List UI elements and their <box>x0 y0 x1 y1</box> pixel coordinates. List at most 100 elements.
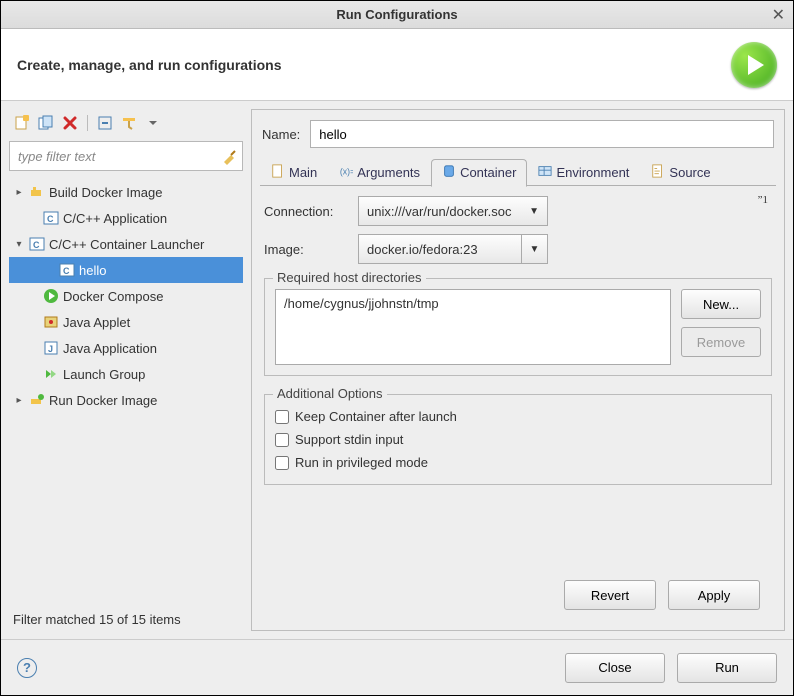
java-app-icon: J <box>43 340 59 356</box>
header-description: Create, manage, and run configurations <box>17 57 282 73</box>
option-stdin[interactable]: Support stdin input <box>275 428 761 451</box>
clear-filter-icon[interactable] <box>221 147 237 165</box>
tree-row[interactable]: C C/C++ Application <box>9 205 243 231</box>
name-input[interactable] <box>310 120 774 148</box>
docker-build-icon <box>29 184 45 200</box>
close-icon[interactable]: ✕ <box>772 5 785 25</box>
docker-run-icon <box>29 392 45 408</box>
connection-label: Connection: <box>264 204 348 219</box>
c-app-icon: C <box>59 262 75 278</box>
new-config-icon[interactable] <box>13 114 31 132</box>
delete-config-icon[interactable] <box>61 114 79 132</box>
tree-caret-icon[interactable]: ▸ <box>13 395 25 406</box>
tree-row[interactable]: Launch Group <box>9 361 243 387</box>
tree-item-label: C/C++ Application <box>63 211 167 226</box>
dir-list-item[interactable]: /home/cygnus/jjohnstn/tmp <box>284 296 662 311</box>
close-button[interactable]: Close <box>565 653 665 683</box>
arguments-tab-icon: (x)= <box>339 164 353 181</box>
tab-label: Main <box>289 165 317 180</box>
tree-row[interactable]: ▸ Run Docker Image <box>9 387 243 413</box>
collapse-all-icon[interactable] <box>96 114 114 132</box>
image-value: docker.io/fedora:23 <box>359 242 521 257</box>
tree-item-label: Build Docker Image <box>49 185 162 200</box>
tab-main[interactable]: Main <box>260 159 328 186</box>
java-applet-icon <box>43 314 59 330</box>
required-dirs-legend: Required host directories <box>273 270 426 285</box>
configurations-tree[interactable]: ▸Build Docker ImageCC/C++ Application▾CC… <box>9 175 243 608</box>
additional-options-fieldset: Additional Options Keep Container after … <box>264 394 772 485</box>
run-glyph-icon <box>731 42 777 88</box>
main-panel: Name: Main (x)= Arguments Container Environm… <box>251 109 785 631</box>
environment-tab-icon <box>538 164 552 181</box>
option-label: Run in privileged mode <box>295 455 428 470</box>
c-app-icon: C <box>29 236 45 252</box>
quote-indicator: ”1 <box>758 194 768 206</box>
tree-row[interactable]: ▾ C C/C++ Container Launcher <box>9 231 243 257</box>
titlebar: Run Configurations ✕ <box>1 1 793 29</box>
tree-item-label: Java Application <box>63 341 157 356</box>
tab-arguments[interactable]: (x)= Arguments <box>328 159 431 186</box>
option-priv[interactable]: Run in privileged mode <box>275 451 761 474</box>
duplicate-config-icon[interactable] <box>37 114 55 132</box>
new-dir-button[interactable]: New... <box>681 289 761 319</box>
tree-row[interactable]: Docker Compose <box>9 283 243 309</box>
green-play-icon <box>43 288 59 304</box>
tree-row[interactable]: J Java Application <box>9 335 243 361</box>
option-label: Keep Container after launch <box>295 409 457 424</box>
tab-label: Environment <box>556 165 629 180</box>
tab-bar: Main (x)= Arguments Container Environment Sou… <box>252 156 784 186</box>
chevron-down-icon[interactable]: ▼ <box>521 235 547 263</box>
revert-button[interactable]: Revert <box>564 580 656 610</box>
required-dirs-list[interactable]: /home/cygnus/jjohnstn/tmp <box>275 289 671 365</box>
option-priv-checkbox[interactable] <box>275 456 289 470</box>
footer-bar: ? Close Run <box>1 639 793 695</box>
tree-caret-icon[interactable]: ▾ <box>13 239 25 250</box>
tree-row[interactable]: Chello <box>9 257 243 283</box>
header-bar: Create, manage, and run configurations <box>1 29 793 101</box>
additional-options-legend: Additional Options <box>273 386 387 401</box>
connection-combo[interactable]: unix:///var/run/docker.soc ▼ <box>358 196 548 226</box>
tree-item-label: Docker Compose <box>63 289 163 304</box>
config-toolbar <box>9 109 243 137</box>
tree-row[interactable]: ▸ Build Docker Image <box>9 179 243 205</box>
tree-item-label: C/C++ Container Launcher <box>49 237 204 252</box>
filter-status-text: Filter matched 15 of 15 items <box>9 608 243 631</box>
tree-item-label: Launch Group <box>63 367 145 382</box>
svg-text:J: J <box>48 344 53 354</box>
toolbar-menu-icon[interactable] <box>144 114 162 132</box>
tree-caret-icon[interactable]: ▸ <box>13 187 25 198</box>
help-icon[interactable]: ? <box>17 658 37 678</box>
tab-label: Source <box>669 165 710 180</box>
name-row: Name: <box>252 110 784 156</box>
connection-value: unix:///var/run/docker.soc <box>367 204 512 219</box>
svg-text:C: C <box>33 240 40 250</box>
tree-item-label: Java Applet <box>63 315 130 330</box>
tree-row[interactable]: Java Applet <box>9 309 243 335</box>
remove-dir-button[interactable]: Remove <box>681 327 761 357</box>
tree-item-label: Run Docker Image <box>49 393 157 408</box>
tab-source[interactable]: Source <box>640 159 721 186</box>
source-tab-icon <box>651 164 665 181</box>
filter-input[interactable] <box>9 141 243 171</box>
tab-label: Container <box>460 165 516 180</box>
tab-label: Arguments <box>357 165 420 180</box>
image-combo[interactable]: docker.io/fedora:23 ▼ <box>358 234 548 264</box>
connection-row: Connection: unix:///var/run/docker.soc ▼ <box>264 196 772 226</box>
svg-text:C: C <box>47 214 54 224</box>
svg-text:(x)=: (x)= <box>340 167 353 177</box>
filter-row <box>9 141 243 171</box>
svg-text:C: C <box>63 266 70 276</box>
c-app-icon: C <box>43 210 59 226</box>
option-stdin-checkbox[interactable] <box>275 433 289 447</box>
option-keep[interactable]: Keep Container after launch <box>275 405 761 428</box>
apply-button[interactable]: Apply <box>668 580 760 610</box>
tab-environment[interactable]: Environment <box>527 159 640 186</box>
tab-container[interactable]: Container <box>431 159 527 187</box>
filter-config-icon[interactable] <box>120 114 138 132</box>
option-label: Support stdin input <box>295 432 403 447</box>
required-dirs-fieldset: Required host directories /home/cygnus/j… <box>264 278 772 376</box>
image-row: Image: docker.io/fedora:23 ▼ <box>264 234 772 264</box>
option-keep-checkbox[interactable] <box>275 410 289 424</box>
run-button[interactable]: Run <box>677 653 777 683</box>
main-tab-icon <box>271 164 285 181</box>
